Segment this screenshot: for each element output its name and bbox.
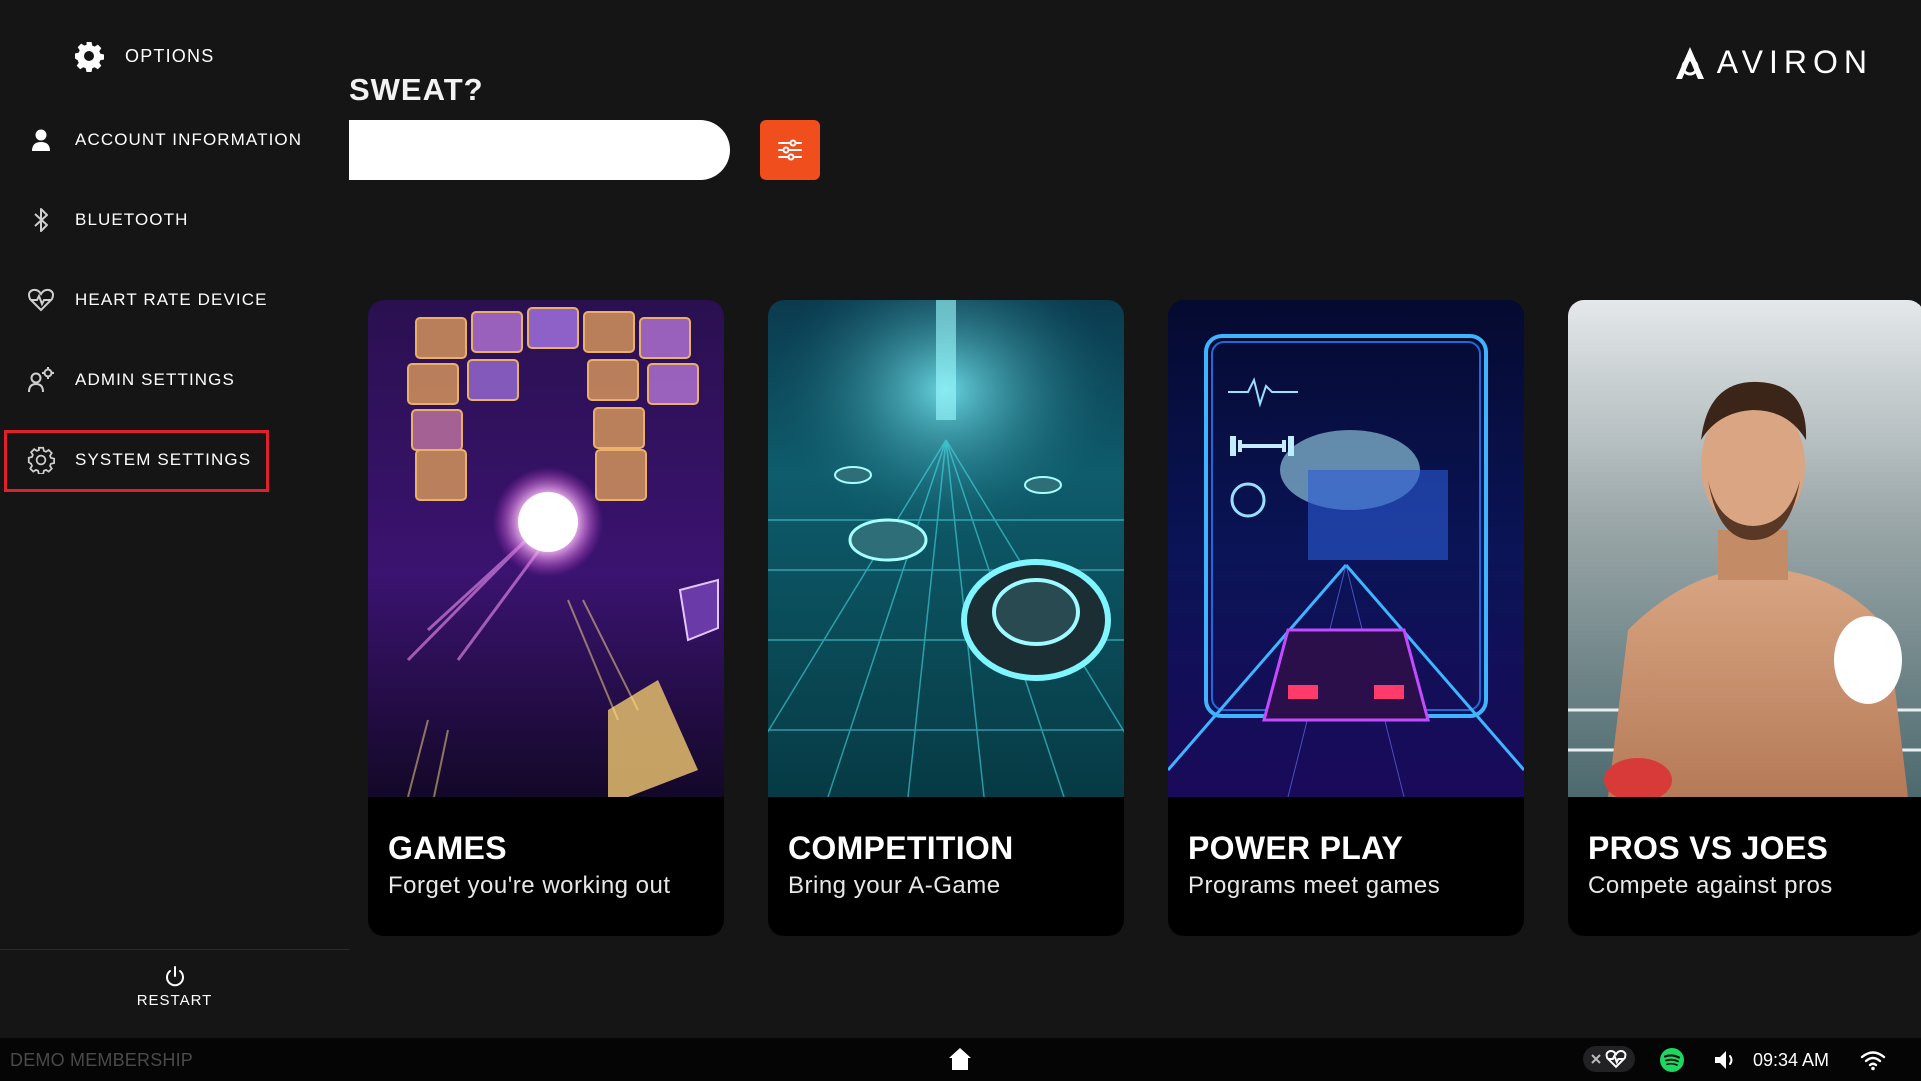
sidebar-item-label: HEART RATE DEVICE <box>75 290 268 309</box>
heart-rate-icon <box>27 286 55 314</box>
power-play-card-image <box>1168 300 1524 797</box>
sidebar-divider <box>0 949 349 950</box>
sidebar-item-admin-settings[interactable]: ADMIN SETTINGS <box>27 360 235 400</box>
card-title: GAMES <box>388 830 507 866</box>
sidebar-item-account-information[interactable]: ACCOUNT INFORMATION <box>27 120 302 160</box>
person-icon <box>27 126 55 154</box>
aviron-logo-icon <box>1675 46 1704 79</box>
card-competition[interactable]: COMPETITION Bring your A-Game <box>768 300 1124 936</box>
clock-time: 09:34 AM <box>1753 1050 1830 1070</box>
membership-label: DEMO MEMBERSHIP <box>10 1050 194 1070</box>
options-header: OPTIONS <box>73 40 214 72</box>
settings-gear-icon <box>27 446 55 474</box>
sliders-icon <box>778 139 802 161</box>
card-pros-vs-joes[interactable]: PROS VS JOES Compete against pros <box>1568 300 1921 936</box>
card-games[interactable]: GAMES Forget you're working out <box>368 300 724 936</box>
heart-rate-status[interactable] <box>1583 1046 1635 1072</box>
wifi-icon[interactable] <box>1860 1047 1886 1073</box>
heart-rate-status-icon <box>1605 1050 1627 1069</box>
competition-card-image <box>768 300 1124 797</box>
games-card-image <box>368 300 724 797</box>
aviron-logo: AVIRON <box>1673 44 1873 81</box>
restart-label: RESTART <box>136 992 213 1009</box>
admin-gear-icon <box>27 366 55 394</box>
restart-button[interactable]: RESTART <box>0 966 349 1009</box>
sidebar-item-system-settings[interactable]: SYSTEM SETTINGS <box>27 440 251 480</box>
sidebar-item-label: ACCOUNT INFORMATION <box>75 130 303 149</box>
power-icon <box>165 966 184 987</box>
sidebar-item-heart-rate-device[interactable]: HEART RATE DEVICE <box>27 280 268 320</box>
pros-vs-joes-card-image <box>1568 300 1921 797</box>
options-title: OPTIONS <box>125 45 215 66</box>
main-content: SWEAT? AVIRON GAMES Forget you're workin… <box>349 0 1921 1038</box>
sidebar-item-label: ADMIN SETTINGS <box>75 370 235 389</box>
close-icon <box>1591 1054 1601 1064</box>
search-input[interactable] <box>349 120 730 180</box>
page-heading: SWEAT? <box>349 72 484 107</box>
sidebar-item-label: BLUETOOTH <box>75 210 189 229</box>
card-row: GAMES Forget you're working out COMPETIT… <box>368 300 1921 936</box>
bluetooth-icon <box>27 206 55 234</box>
card-subtitle: Programs meet games <box>1188 872 1441 899</box>
logo-text: AVIRON <box>1716 44 1873 80</box>
sidebar-item-bluetooth[interactable]: BLUETOOTH <box>27 200 189 240</box>
sidebar-item-label: SYSTEM SETTINGS <box>75 450 252 469</box>
card-title: POWER PLAY <box>1188 830 1404 866</box>
card-subtitle: Compete against pros <box>1588 872 1833 899</box>
options-sidebar: OPTIONS ACCOUNT INFORMATION BLUETOOTH HE… <box>0 0 349 1038</box>
spotify-icon[interactable] <box>1659 1047 1685 1073</box>
card-power-play[interactable]: POWER PLAY Programs meet games <box>1168 300 1524 936</box>
card-title: COMPETITION <box>788 830 1014 866</box>
home-button[interactable] <box>947 1046 973 1072</box>
volume-icon[interactable] <box>1712 1047 1738 1073</box>
gear-icon <box>75 42 104 72</box>
card-title: PROS VS JOES <box>1588 830 1829 866</box>
app-root: SWEAT? AVIRON GAMES Forget you're workin… <box>0 0 1921 1081</box>
card-subtitle: Bring your A-Game <box>788 872 1001 899</box>
card-subtitle: Forget you're working out <box>388 872 671 899</box>
bottom-taskbar: DEMO MEMBERSHIP 09:34 AM <box>0 1038 1921 1081</box>
home-icon <box>949 1048 971 1070</box>
filter-button[interactable] <box>760 120 820 180</box>
